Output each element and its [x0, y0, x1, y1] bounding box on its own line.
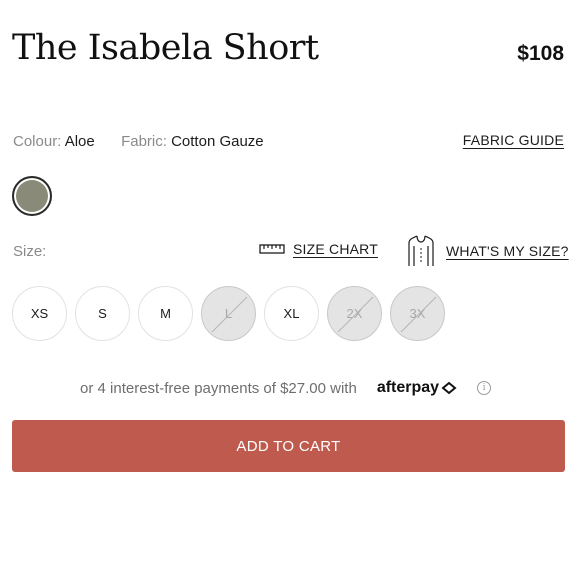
ruler-icon	[259, 244, 285, 254]
size-option-label: S	[98, 306, 107, 321]
size-option-label: XL	[283, 306, 300, 321]
product-attributes: Colour: Aloe Fabric: Cotton Gauze	[13, 133, 264, 150]
size-option-xs[interactable]: XS	[12, 286, 67, 341]
size-option-3x-unavailable[interactable]: 3X	[390, 286, 445, 341]
colour-label: Colour:	[13, 133, 62, 150]
installments-text: or 4 interest-free payments of $27.00 wi…	[80, 379, 357, 397]
size-chart-link[interactable]: SIZE CHART	[259, 241, 378, 257]
afterpay-wordmark: afterpay	[376, 379, 440, 396]
size-chart-label: SIZE CHART	[293, 241, 378, 257]
afterpay-arrows-icon	[441, 381, 457, 395]
strikethrough-mark	[337, 296, 374, 333]
colour-value: Aloe	[64, 133, 95, 150]
size-option-xl[interactable]: XL	[264, 286, 319, 341]
size-option-2x-unavailable[interactable]: 2X	[327, 286, 382, 341]
size-option-label: M	[160, 306, 171, 321]
add-to-cart-button[interactable]: ADD TO CART	[12, 420, 565, 472]
afterpay-message: or 4 interest-free payments of $27.00 wi…	[80, 379, 492, 397]
whats-my-size-label: WHAT'S MY SIZE?	[446, 243, 569, 259]
size-option-m[interactable]: M	[138, 286, 193, 341]
whats-my-size-link[interactable]: WHAT'S MY SIZE?	[406, 234, 569, 268]
body-measure-icon	[408, 235, 434, 266]
afterpay-logo: afterpay	[377, 379, 457, 397]
colour-swatch-aloe[interactable]	[12, 176, 52, 216]
size-label: Size:	[13, 243, 47, 260]
strikethrough-mark	[211, 296, 248, 333]
fabric-value: Cotton Gauze	[171, 133, 264, 150]
fabric-label: Fabric:	[121, 133, 167, 150]
info-icon[interactable]: i	[477, 381, 492, 395]
size-option-s[interactable]: S	[75, 286, 130, 341]
product-title: The Isabela Short	[12, 28, 319, 68]
size-option-label: XS	[30, 306, 49, 321]
fabric-guide-link[interactable]: FABRIC GUIDE	[463, 132, 564, 148]
size-option-l-unavailable[interactable]: L	[201, 286, 256, 341]
strikethrough-mark	[400, 296, 437, 333]
product-price: $108	[517, 42, 564, 65]
